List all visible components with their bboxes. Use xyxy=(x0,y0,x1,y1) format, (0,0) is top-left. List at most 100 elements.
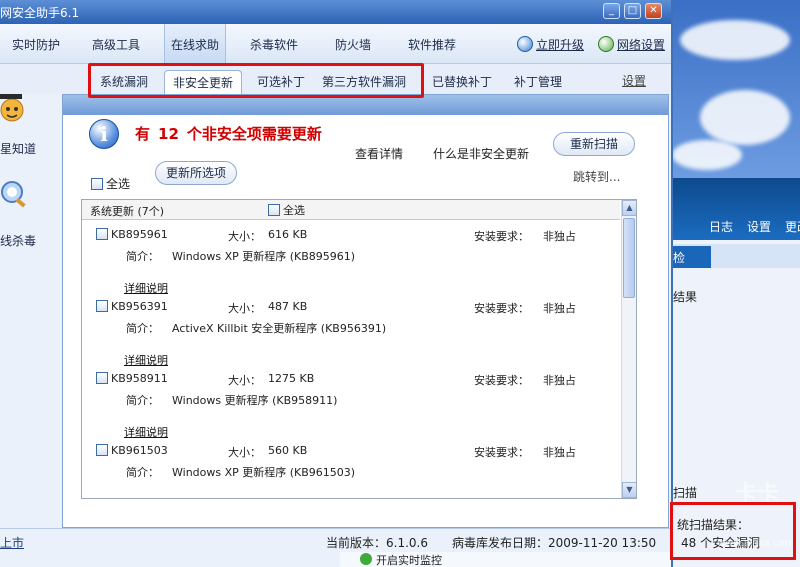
status-bar: 上市 当前版本：6.1.0.6 病毒库发布日期：2009-11-20 13:50 xyxy=(0,528,671,552)
list-header: 系统更新 (7个) 全选 xyxy=(82,200,620,220)
bgwin-menu-log[interactable]: 日志 xyxy=(709,220,733,234)
group-select-all-label: 全选 xyxy=(283,204,305,217)
current-version: 当前版本：6.1.0.6 xyxy=(326,536,428,550)
headline-prefix: 有 xyxy=(135,125,151,143)
item-checkbox[interactable] xyxy=(96,372,108,384)
upgrade-icon xyxy=(517,36,533,52)
item-req-label: 安装要求： xyxy=(474,374,529,387)
item-req: 非独占 xyxy=(543,446,576,459)
tab-firewall[interactable]: 防火墙 xyxy=(335,24,371,64)
item-req-label: 安装要求： xyxy=(474,446,529,459)
sidebar-item-knowledge[interactable]: 星知道 xyxy=(0,140,36,157)
window-title: 网安全助手6.1 xyxy=(0,6,80,20)
group-select-all-checkbox[interactable] xyxy=(268,204,280,216)
settings-link[interactable]: 设置 xyxy=(622,72,646,89)
item-size-label: 大小： xyxy=(228,446,261,459)
select-all-checkbox[interactable] xyxy=(91,178,103,190)
minimize-button[interactable]: _ xyxy=(603,3,620,19)
enable-monitor-label[interactable]: 开启实时监控 xyxy=(376,552,442,567)
list-item: KB895961 大小： 616 KB 安装要求： 非独占 简介： Windows XP 更… xyxy=(82,222,620,295)
bgwin-menu-settings[interactable]: 设置 xyxy=(747,220,771,234)
highlight-subtabs-box xyxy=(88,63,424,98)
item-req: 非独占 xyxy=(543,374,576,387)
cloud xyxy=(700,90,790,145)
scroll-down-icon[interactable]: ▼ xyxy=(622,482,636,498)
close-button[interactable]: ✕ xyxy=(645,3,662,19)
scroll-thumb[interactable] xyxy=(623,218,635,298)
list-item: KB958911 大小： 1275 KB 安装要求： 非独占 简介： Windows 更新程… xyxy=(82,366,620,439)
headline-suffix: 个非安全项需要更新 xyxy=(186,125,322,143)
jump-to-link[interactable]: 跳转到... xyxy=(573,168,620,185)
main-toolbar: 实时防护 高级工具 在线求助 杀毒软件 防火墙 软件推荐 立即升级 网络设置 xyxy=(0,24,671,64)
bgwin-result-label: 结果 xyxy=(673,290,698,304)
online-scan-icon[interactable] xyxy=(0,178,30,212)
tab-online-help[interactable]: 在线求助 xyxy=(164,24,227,64)
item-kb[interactable]: KB958911 xyxy=(96,372,168,385)
item-intro: Windows XP 更新程序 (KB961503) xyxy=(172,466,356,479)
panel-header-bar xyxy=(63,95,668,115)
scroll-up-icon[interactable]: ▲ xyxy=(622,200,636,216)
item-size: 1275 KB xyxy=(268,372,315,385)
item-intro-label: 简介： xyxy=(126,394,159,407)
item-size: 616 KB xyxy=(268,228,308,241)
tab-advanced-tools[interactable]: 高级工具 xyxy=(92,24,140,64)
content-panel: i 有 12 个非安全项需要更新 查看详情 什么是非安全更新 重新扫描 更新所选项 … xyxy=(62,94,669,528)
upgrade-button[interactable]: 立即升级 xyxy=(517,24,584,64)
info-icon: i xyxy=(89,119,119,149)
group-select-all[interactable]: 全选 xyxy=(268,202,305,218)
virus-db-date: 病毒库发布日期：2009-11-20 13:50 xyxy=(452,536,657,550)
sidebar: 星知道 线杀毒 xyxy=(0,94,62,526)
item-intro-label: 简介： xyxy=(126,250,159,263)
sidebar-item-online-scan[interactable]: 线杀毒 xyxy=(0,232,36,249)
item-kb-id: KB895961 xyxy=(111,228,168,241)
tab-patch-management[interactable]: 补丁管理 xyxy=(514,70,562,94)
tab-realtime-protection[interactable]: 实时防护 xyxy=(12,24,60,64)
update-count-headline: 有 12 个非安全项需要更新 xyxy=(135,123,322,144)
bgwin-menu-more[interactable]: 更改 xyxy=(785,220,800,234)
tab-software-recommend[interactable]: 软件推荐 xyxy=(408,24,456,64)
network-settings-button[interactable]: 网络设置 xyxy=(598,24,665,64)
cloud xyxy=(680,20,790,60)
item-kb[interactable]: KB961503 xyxy=(96,444,168,457)
item-kb[interactable]: KB956391 xyxy=(96,300,168,313)
item-req: 非独占 xyxy=(543,230,576,243)
view-details-link[interactable]: 查看详情 xyxy=(355,145,403,162)
list-item: KB961503 大小： 560 KB 安装要求： 非独占简介： Windows XP 更… xyxy=(82,438,620,498)
bgwin-tab[interactable]: 检 xyxy=(669,246,711,268)
item-intro: Windows 更新程序 (KB958911) xyxy=(172,394,338,407)
what-is-non-security-link[interactable]: 什么是非安全更新 xyxy=(433,145,529,162)
item-size-label: 大小： xyxy=(228,230,261,243)
item-size: 560 KB xyxy=(268,444,308,457)
item-kb-id: KB958911 xyxy=(111,372,168,385)
tab-antivirus[interactable]: 杀毒软件 xyxy=(250,24,298,64)
update-list: 系统更新 (7个) 全选 KB895961 大小： 616 KB 安装要求： 非独占 简介… xyxy=(81,199,637,499)
title-bar[interactable]: 网安全助手6.1 _ □ ✕ xyxy=(0,0,671,24)
item-details-link[interactable]: 详细说明 xyxy=(124,496,168,498)
bgwin-menu: 日志设置更改 xyxy=(709,218,800,235)
tab-replaced-patches[interactable]: 已替换补丁 xyxy=(432,70,492,94)
select-all-top[interactable]: 全选 xyxy=(91,175,130,192)
group-label: 系统更新 (7个) xyxy=(90,205,165,218)
knowledge-icon[interactable] xyxy=(0,90,30,124)
item-size: 487 KB xyxy=(268,300,308,313)
item-kb[interactable]: KB895961 xyxy=(96,228,168,241)
list-scrollbar[interactable]: ▲ ▼ xyxy=(621,200,636,498)
item-checkbox[interactable] xyxy=(96,444,108,456)
bgwin-scan-label: 扫描 xyxy=(673,486,698,500)
item-kb-id: KB961503 xyxy=(111,444,168,457)
cloud xyxy=(672,140,742,170)
item-intro-label: 简介： xyxy=(126,466,159,479)
update-selected-button[interactable]: 更新所选项 xyxy=(155,161,237,185)
maximize-button[interactable]: □ xyxy=(624,3,641,19)
status-left-link[interactable]: 上市 xyxy=(0,534,24,551)
check-icon xyxy=(360,553,372,565)
list-item: KB956391 大小： 487 KB 安装要求： 非独占 简介： ActiveX Kill… xyxy=(82,294,620,367)
item-intro-label: 简介： xyxy=(126,322,159,335)
item-checkbox[interactable] xyxy=(96,228,108,240)
rescan-button[interactable]: 重新扫描 xyxy=(553,132,635,156)
item-intro: ActiveX Killbit 安全更新程序 (KB956391) xyxy=(172,322,387,335)
item-kb-id: KB956391 xyxy=(111,300,168,313)
item-checkbox[interactable] xyxy=(96,300,108,312)
network-settings-label: 网络设置 xyxy=(617,38,666,52)
item-size-label: 大小： xyxy=(228,302,261,315)
